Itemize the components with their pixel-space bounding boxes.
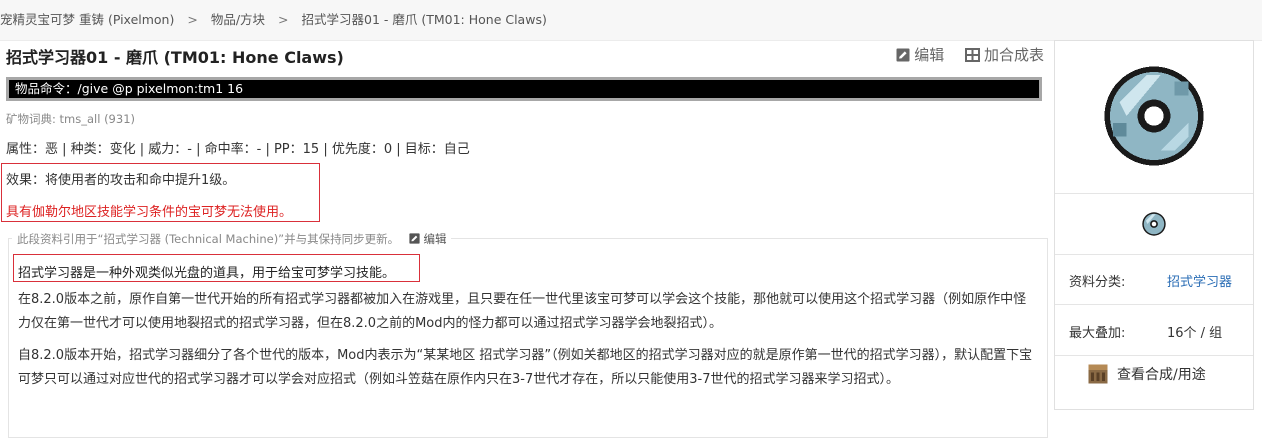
item-icon-cell (1055, 194, 1253, 255)
ore-dictionary: 矿物词典: tms_all (931) (6, 112, 135, 126)
quote-edit-button[interactable]: 编辑 (409, 232, 447, 246)
view-craft-label: 查看合成/用途 (1117, 367, 1206, 383)
move-attributes: 属性：恶 | 种类：变化 | 威力：- | 命中率：- | PP：15 | 优先… (6, 142, 470, 157)
breadcrumb-separator: > (187, 12, 198, 27)
disc-icon (1104, 66, 1204, 166)
category-row: 资料分类: 招式学习器 (1055, 254, 1253, 305)
intro-paragraph: 招式学习器是一种外观类似光盘的道具，用于给宝可梦学习技能。 (18, 266, 396, 281)
edit-button[interactable]: 编辑 (896, 44, 944, 65)
edit-label: 编辑 (914, 46, 945, 64)
crafting-table-icon (1088, 364, 1108, 384)
max-stack-row: 最大叠加: 16个 / 组 (1055, 305, 1253, 356)
command-box[interactable]: 物品命令：/give @p pixelmon:tm1 16 (6, 77, 1042, 101)
command-value[interactable]: /give @p pixelmon:tm1 16 (78, 81, 244, 96)
quote-source-note: 此段资料引用于“招式学习器 (Technical Machine)”并与其保持同… (12, 231, 452, 247)
table-icon (964, 47, 980, 62)
quote-note-text: 此段资料引用于“招式学习器 (Technical Machine)”并与其保持同… (17, 232, 400, 246)
warning-text: 具有伽勒尔地区技能学习条件的宝可梦无法使用。 (6, 205, 293, 220)
breadcrumb-separator: > (278, 12, 289, 27)
command-label: 物品命令： (15, 81, 78, 96)
page-title: 招式学习器01 - 磨爪 (TM01: Hone Claws) (6, 48, 344, 67)
add-recipe-button[interactable]: 加合成表 (964, 44, 1044, 65)
breadcrumb-item-category[interactable]: 物品/方块 (211, 0, 265, 40)
main-content: 招式学习器01 - 磨爪 (TM01: Hone Claws) 编辑 加合成表 … (0, 40, 1052, 438)
history-paragraph: 在8.2.0版本之前，原作自第一世代开始的所有招式学习器都被加入在游戏里，且只要… (18, 292, 1027, 331)
item-infobox: 资料分类: 招式学习器 最大叠加: 16个 / 组 查看合成/用途 (1054, 40, 1254, 410)
effect-text: 效果：将使用者的攻击和命中提升1级。 (6, 173, 236, 188)
breadcrumb-item-mod[interactable]: 宠精灵宝可梦 重铸 (Pixelmon) (0, 0, 174, 40)
pencil-icon (896, 48, 910, 61)
breadcrumb: 宠精灵宝可梦 重铸 (Pixelmon) > 物品/方块 > 招式学习器01 -… (0, 0, 1262, 41)
category-key: 资料分类: (1069, 275, 1126, 290)
add-recipe-label: 加合成表 (983, 46, 1044, 64)
breadcrumb-item-current: 招式学习器01 - 磨爪 (TM01: Hone Claws) (301, 12, 547, 27)
quote-edit-label: 编辑 (423, 232, 447, 246)
item-image-cell (1055, 41, 1253, 194)
view-craft-button[interactable]: 查看合成/用途 (1087, 363, 1206, 385)
max-stack-key: 最大叠加: (1069, 326, 1126, 341)
title-toolbar: 编辑 加合成表 (880, 44, 1044, 66)
pencil-icon (409, 233, 420, 244)
category-link[interactable]: 招式学习器 (1167, 271, 1232, 290)
disc-small-icon (1142, 212, 1166, 236)
version-paragraph: 自8.2.0版本开始，招式学习器细分了各个世代的版本，Mod内表示为“某某地区 … (18, 348, 1033, 387)
max-stack-value: 16个 / 组 (1167, 326, 1223, 341)
